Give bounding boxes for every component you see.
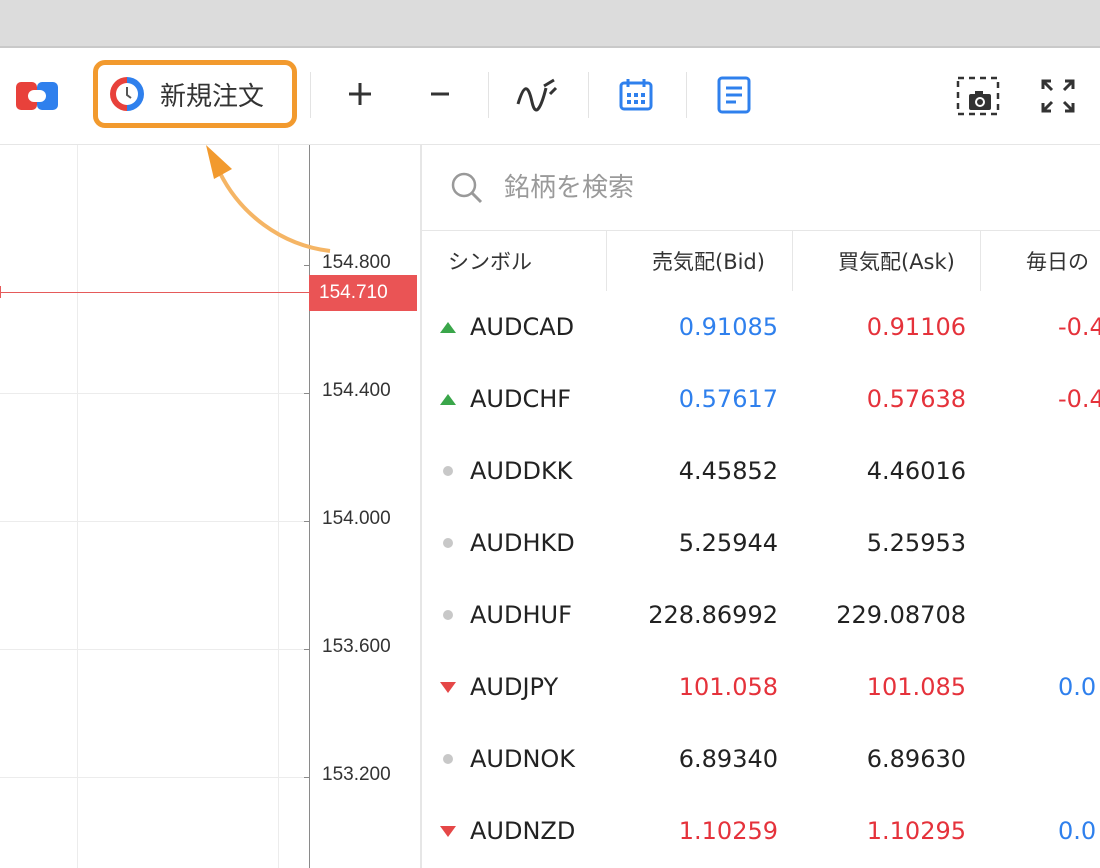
column-header-ask[interactable]: 買気配(Ask) bbox=[838, 231, 955, 291]
ask-price: 6.89630 bbox=[866, 745, 966, 773]
search-bar[interactable] bbox=[422, 145, 1100, 231]
watchlist-rows: AUDCAD 0.91085 0.91106 -0.4 AUDCHF 0.57617 0.5… bbox=[422, 291, 1100, 867]
axis-tick bbox=[304, 521, 310, 522]
bid-price: 5.25944 bbox=[678, 529, 778, 557]
price-up-icon bbox=[440, 291, 456, 363]
current-price-marker bbox=[0, 286, 1, 298]
column-divider bbox=[606, 231, 607, 291]
current-price-badge: 154.710 bbox=[309, 275, 417, 311]
price-up-icon bbox=[440, 363, 456, 435]
symbol-name: AUDNOK bbox=[470, 745, 576, 773]
news-icon[interactable] bbox=[710, 72, 758, 118]
watchlist-row[interactable]: AUDNZD 1.10259 1.10295 0.0 bbox=[422, 795, 1100, 867]
column-header-symbol[interactable]: シンボル bbox=[448, 231, 532, 291]
price-chart[interactable]: 154.800 154.400 154.000 153.600 153.200 … bbox=[0, 145, 420, 868]
column-divider bbox=[792, 231, 793, 291]
toolbar-divider bbox=[588, 72, 589, 118]
daily-change: 0.0 bbox=[1058, 673, 1097, 701]
annotation-arrow-icon bbox=[206, 145, 331, 253]
grid-line bbox=[77, 145, 78, 868]
price-axis-label: 153.600 bbox=[322, 636, 391, 657]
axis-tick bbox=[304, 649, 310, 650]
screenshot-icon[interactable] bbox=[952, 72, 1004, 120]
bid-price: 228.86992 bbox=[648, 601, 778, 629]
fullscreen-icon[interactable] bbox=[1034, 74, 1082, 118]
price-neutral-icon bbox=[440, 435, 453, 507]
watchlist-row[interactable]: AUDCHF 0.57617 0.57638 -0.4 bbox=[422, 363, 1100, 435]
price-neutral-icon bbox=[440, 579, 453, 651]
price-neutral-icon bbox=[440, 723, 453, 795]
zoom-in-button[interactable] bbox=[340, 74, 380, 114]
bid-price: 0.91085 bbox=[678, 313, 778, 341]
ask-price: 0.57638 bbox=[866, 385, 966, 413]
symbol-name: AUDHUF bbox=[470, 601, 572, 629]
watchlist-row[interactable]: AUDJPY 101.058 101.085 0.0 bbox=[422, 651, 1100, 723]
symbol-search-input[interactable] bbox=[502, 171, 906, 204]
bid-price: 1.10259 bbox=[678, 817, 778, 845]
column-divider bbox=[980, 231, 981, 291]
price-down-icon bbox=[440, 795, 456, 867]
daily-change: -0.4 bbox=[1058, 385, 1100, 413]
calendar-icon[interactable] bbox=[612, 72, 660, 118]
toolbar-divider bbox=[686, 72, 687, 118]
price-neutral-icon bbox=[440, 507, 453, 579]
watchlist-panel: シンボル 売気配(Bid) 買気配(Ask) 毎日の AUDCAD 0.91085… bbox=[420, 145, 1100, 868]
ask-price: 4.46016 bbox=[866, 457, 966, 485]
grid-line bbox=[0, 649, 310, 650]
symbol-name: AUDCHF bbox=[470, 385, 572, 413]
grid-line bbox=[0, 521, 310, 522]
watchlist-row[interactable]: AUDCAD 0.91085 0.91106 -0.4 bbox=[422, 291, 1100, 363]
ask-price: 229.08708 bbox=[836, 601, 966, 629]
symbol-name: AUDCAD bbox=[470, 313, 575, 341]
bid-price: 101.058 bbox=[678, 673, 778, 701]
ask-price: 101.085 bbox=[866, 673, 966, 701]
app-window: 新規注文 154.800 154.400 154.000 153.600 153… bbox=[0, 46, 1100, 868]
bid-price: 0.57617 bbox=[678, 385, 778, 413]
daily-change: 0.0 bbox=[1058, 817, 1097, 845]
symbol-name: AUDNZD bbox=[470, 817, 576, 845]
price-axis-label: 154.000 bbox=[322, 508, 391, 529]
new-order-icon bbox=[108, 75, 146, 113]
price-down-icon bbox=[440, 651, 456, 723]
daily-change: -0.4 bbox=[1058, 313, 1100, 341]
zoom-out-button[interactable] bbox=[420, 74, 460, 114]
bid-price: 4.45852 bbox=[678, 457, 778, 485]
axis-tick bbox=[304, 393, 310, 394]
buy-sell-toggle-icon[interactable] bbox=[14, 76, 60, 116]
search-icon bbox=[450, 171, 484, 205]
ask-price: 1.10295 bbox=[866, 817, 966, 845]
toolbar: 新規注文 bbox=[0, 48, 1100, 145]
indicators-icon[interactable] bbox=[512, 72, 562, 116]
ask-price: 0.91106 bbox=[866, 313, 966, 341]
current-price-line bbox=[0, 292, 312, 293]
new-order-button[interactable]: 新規注文 bbox=[93, 60, 297, 128]
symbol-name: AUDDKK bbox=[470, 457, 573, 485]
grid-line bbox=[0, 393, 310, 394]
ask-price: 5.25953 bbox=[866, 529, 966, 557]
axis-tick bbox=[304, 777, 310, 778]
watchlist-row[interactable]: AUDNOK 6.89340 6.89630 bbox=[422, 723, 1100, 795]
column-header-daily-change[interactable]: 毎日の bbox=[1026, 231, 1089, 291]
new-order-label: 新規注文 bbox=[160, 81, 265, 112]
toolbar-divider bbox=[488, 72, 489, 118]
watchlist-header: シンボル 売気配(Bid) 買気配(Ask) 毎日の bbox=[422, 231, 1100, 291]
symbol-name: AUDJPY bbox=[470, 673, 559, 701]
price-axis-label: 153.200 bbox=[322, 764, 391, 785]
column-header-bid[interactable]: 売気配(Bid) bbox=[652, 231, 765, 291]
watchlist-row[interactable]: AUDHUF 228.86992 229.08708 bbox=[422, 579, 1100, 651]
watchlist-row[interactable]: AUDHKD 5.25944 5.25953 bbox=[422, 507, 1100, 579]
watchlist-row[interactable]: AUDDKK 4.45852 4.46016 bbox=[422, 435, 1100, 507]
price-axis-label: 154.400 bbox=[322, 380, 391, 401]
bid-price: 6.89340 bbox=[678, 745, 778, 773]
grid-line bbox=[0, 777, 310, 778]
symbol-name: AUDHKD bbox=[470, 529, 575, 557]
toolbar-divider bbox=[310, 72, 311, 118]
